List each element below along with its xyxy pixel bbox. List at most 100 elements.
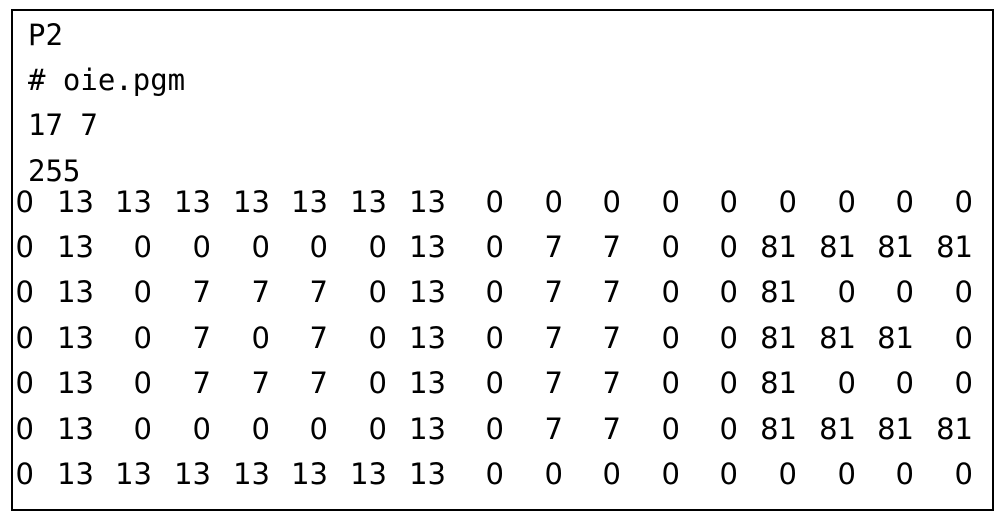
pixel-value: 0 (895, 275, 914, 309)
pixel-value: 0 (368, 321, 387, 355)
pixel-value: 0 (544, 457, 563, 491)
pixel-value: 0 (309, 412, 328, 446)
pixel-value: 0 (837, 366, 856, 400)
pixel-value: 0 (192, 230, 211, 264)
pixel-value: 0 (954, 275, 973, 309)
pixel-value: 81 (877, 321, 914, 355)
pixel-value: 0 (837, 457, 856, 491)
pixel-value: 0 (192, 412, 211, 446)
pixel-value: 0 (485, 230, 504, 264)
pixel-value: 0 (719, 412, 738, 446)
pixel-value: 7 (602, 230, 621, 264)
pixel-value: 13 (233, 457, 270, 491)
pixel-value: 13 (174, 185, 211, 219)
pixel-value: 0 (485, 275, 504, 309)
pixel-value: 0 (778, 185, 797, 219)
pixel-value: 0 (368, 230, 387, 264)
pixel-value: 7 (192, 321, 211, 355)
pixel-value: 0 (661, 275, 680, 309)
pixel-value: 13 (57, 230, 94, 264)
pixel-value: 13 (409, 185, 446, 219)
pixel-value: 0 (15, 275, 34, 309)
pixel-value: 81 (819, 230, 856, 264)
pixel-value: 81 (936, 412, 973, 446)
pixel-value: 0 (954, 366, 973, 400)
pixel-value: 0 (661, 321, 680, 355)
pixel-value: 81 (760, 321, 797, 355)
pixel-value: 13 (409, 412, 446, 446)
pixel-value: 0 (837, 275, 856, 309)
pixel-value: 13 (57, 412, 94, 446)
pixel-value: 7 (602, 366, 621, 400)
pixel-value: 0 (602, 457, 621, 491)
pixel-value: 7 (544, 366, 563, 400)
pixel-value: 0 (485, 321, 504, 355)
pixel-value: 0 (133, 230, 152, 264)
pixel-value: 81 (936, 230, 973, 264)
pixel-value: 0 (895, 185, 914, 219)
pixel-value: 81 (819, 412, 856, 446)
pixel-value: 7 (544, 321, 563, 355)
pixel-value: 0 (368, 275, 387, 309)
pixel-value: 0 (368, 366, 387, 400)
pixel-value: 0 (544, 185, 563, 219)
pixel-value: 0 (15, 366, 34, 400)
pixel-value: 0 (661, 457, 680, 491)
pixel-value: 13 (409, 366, 446, 400)
pixel-value: 0 (602, 185, 621, 219)
pixel-value: 13 (409, 457, 446, 491)
pixel-value: 13 (350, 185, 387, 219)
pixel-value: 0 (485, 366, 504, 400)
pixel-value: 0 (719, 457, 738, 491)
pixel-value: 7 (544, 412, 563, 446)
pixel-value: 0 (719, 321, 738, 355)
pixel-value: 7 (602, 321, 621, 355)
pixel-value: 13 (57, 275, 94, 309)
pixel-value: 7 (251, 275, 270, 309)
pixel-value: 13 (233, 185, 270, 219)
pixel-value: 0 (661, 185, 680, 219)
pixel-value: 0 (895, 366, 914, 400)
pixel-value: 13 (115, 185, 152, 219)
pixel-value: 13 (57, 321, 94, 355)
pixel-value: 0 (251, 412, 270, 446)
pixel-value: 81 (760, 275, 797, 309)
pixel-value: 13 (291, 185, 328, 219)
pixel-value: 7 (602, 412, 621, 446)
pixel-value: 0 (485, 185, 504, 219)
pixel-value: 0 (15, 185, 34, 219)
pixel-value: 0 (661, 366, 680, 400)
pixel-value: 13 (409, 321, 446, 355)
pixel-value: 13 (57, 185, 94, 219)
pixel-value: 7 (602, 275, 621, 309)
pixel-value: 13 (409, 275, 446, 309)
pixel-value: 0 (251, 321, 270, 355)
pixel-value: 13 (115, 457, 152, 491)
pixel-value: 0 (15, 412, 34, 446)
pixel-value: 0 (661, 230, 680, 264)
pixel-value: 7 (192, 366, 211, 400)
pixel-value: 0 (133, 275, 152, 309)
pixel-value: 0 (954, 457, 973, 491)
pixel-value: 0 (15, 457, 34, 491)
pixel-value: 0 (954, 321, 973, 355)
pgm-file-box: P2 # oie.pgm 17 7 255 0 13 13 13 13 13 13 13 0 0 0… (11, 9, 994, 511)
pixel-value: 81 (819, 321, 856, 355)
pixel-value: 0 (954, 185, 973, 219)
pixel-value: 0 (133, 412, 152, 446)
pixel-value: 7 (544, 230, 563, 264)
pixel-value: 81 (760, 412, 797, 446)
pixel-value: 0 (15, 321, 34, 355)
pixel-value: 13 (409, 230, 446, 264)
pixel-value: 0 (133, 321, 152, 355)
pixel-value: 81 (760, 366, 797, 400)
pixel-value: 81 (760, 230, 797, 264)
pixel-value: 7 (544, 275, 563, 309)
pixel-value: 0 (719, 230, 738, 264)
pixel-value: 0 (661, 412, 680, 446)
pixel-value-grid: 0 13 13 13 13 13 13 13 0 0 0 0 0 0 0 0 0 0 13 0 0 0 0 0 13 0 7 7 0 0 8… (13, 11, 992, 509)
pixel-value: 0 (719, 366, 738, 400)
pixel-value: 7 (192, 275, 211, 309)
pixel-value: 0 (485, 412, 504, 446)
pixel-value: 0 (251, 230, 270, 264)
